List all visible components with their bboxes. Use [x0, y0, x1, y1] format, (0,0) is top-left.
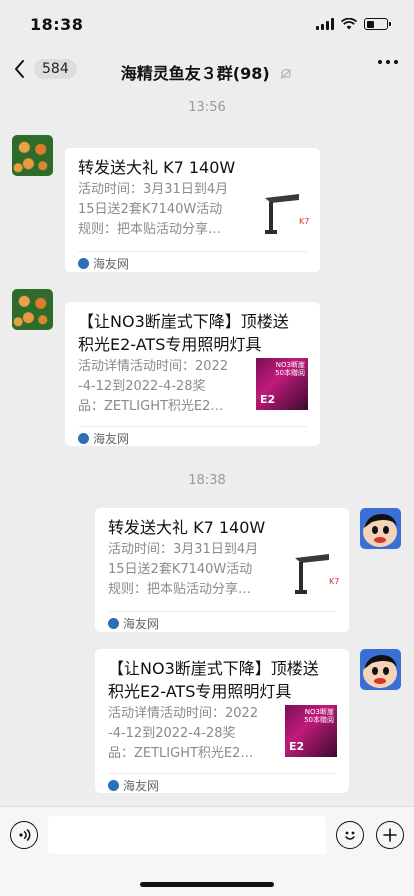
timestamp: 13:56 [188, 100, 226, 115]
source-app-icon [108, 618, 119, 629]
source-app-icon [108, 780, 119, 791]
status-icons [316, 18, 391, 30]
home-indicator [140, 882, 274, 887]
chat-header: 584 海精灵鱼友３群(98) [0, 48, 414, 92]
timestamp: 18:38 [188, 473, 226, 488]
voice-icon [19, 828, 31, 842]
card-description: 活动时间：3月31日到4月 15日送2套K7140W活动 规则：把本贴活动分享… [108, 542, 259, 597]
smiley-icon [345, 831, 355, 840]
card-thumbnail: NO3断崖 50本赠阅 E2 [285, 705, 337, 757]
more-functions-button[interactable] [376, 821, 404, 849]
svg-text:K7: K7 [299, 217, 309, 226]
my-avatar[interactable] [360, 649, 401, 690]
card-description: 活动详情活动时间：2022 -4-12到2022-4-28奖 品：ZETLIGH… [108, 706, 259, 761]
wifi-icon [341, 18, 357, 30]
card-title: 转发送大礼 K7 140W [108, 518, 266, 537]
more-options-button[interactable] [378, 60, 398, 64]
svg-text:K7: K7 [329, 577, 339, 586]
source-app-icon [78, 433, 89, 444]
my-avatar[interactable] [360, 508, 401, 549]
card-thumbnail: K7 [289, 548, 341, 600]
card-source: 海友网 [108, 615, 159, 632]
card-title: 【让NO3断崖式下降】顶楼送 积光E2-ATS专用照明灯具 [108, 659, 319, 701]
status-bar: 18:38 [0, 0, 414, 48]
mute-bell-icon [280, 68, 292, 79]
link-card[interactable]: 【让NO3断崖式下降】顶楼送 积光E2-ATS专用照明灯具 活动详情活动时间：2… [95, 649, 349, 793]
message-text-input[interactable] [48, 816, 326, 854]
battery-icon [364, 18, 391, 30]
plus-icon [383, 828, 397, 842]
card-title: 【让NO3断崖式下降】顶楼送 积光E2-ATS专用照明灯具 [78, 312, 289, 354]
card-title: 转发送大礼 K7 140W [78, 158, 236, 177]
status-time: 18:38 [30, 14, 84, 34]
card-description: 活动详情活动时间：2022 -4-12到2022-4-28奖 品：ZETLIGH… [78, 359, 229, 414]
source-app-icon [78, 258, 89, 269]
card-source: 海友网 [78, 430, 129, 447]
emoji-button[interactable] [336, 821, 364, 849]
sender-avatar[interactable] [12, 135, 53, 176]
card-description: 活动时间：3月31日到4月 15日送2套K7140W活动 规则：把本贴活动分享… [78, 182, 229, 237]
chat-title-text: 海精灵鱼友３群(98) [120, 64, 270, 83]
chat-title: 海精灵鱼友３群(98) [0, 60, 414, 84]
card-source: 海友网 [78, 255, 129, 272]
voice-input-button[interactable] [10, 821, 38, 849]
card-thumbnail: NO3断崖 50本赠阅 E2 [256, 358, 308, 410]
sender-avatar[interactable] [12, 289, 53, 330]
card-source: 海友网 [108, 777, 159, 794]
card-thumbnail: K7 [259, 188, 311, 240]
link-card[interactable]: 转发送大礼 K7 140W 活动时间：3月31日到4月 15日送2套K7140W… [95, 508, 349, 632]
signal-icon [316, 18, 334, 30]
link-card[interactable]: 【让NO3断崖式下降】顶楼送 积光E2-ATS专用照明灯具 活动详情活动时间：2… [65, 302, 320, 446]
link-card[interactable]: 转发送大礼 K7 140W 活动时间：3月31日到4月 15日送2套K7140W… [65, 148, 320, 272]
